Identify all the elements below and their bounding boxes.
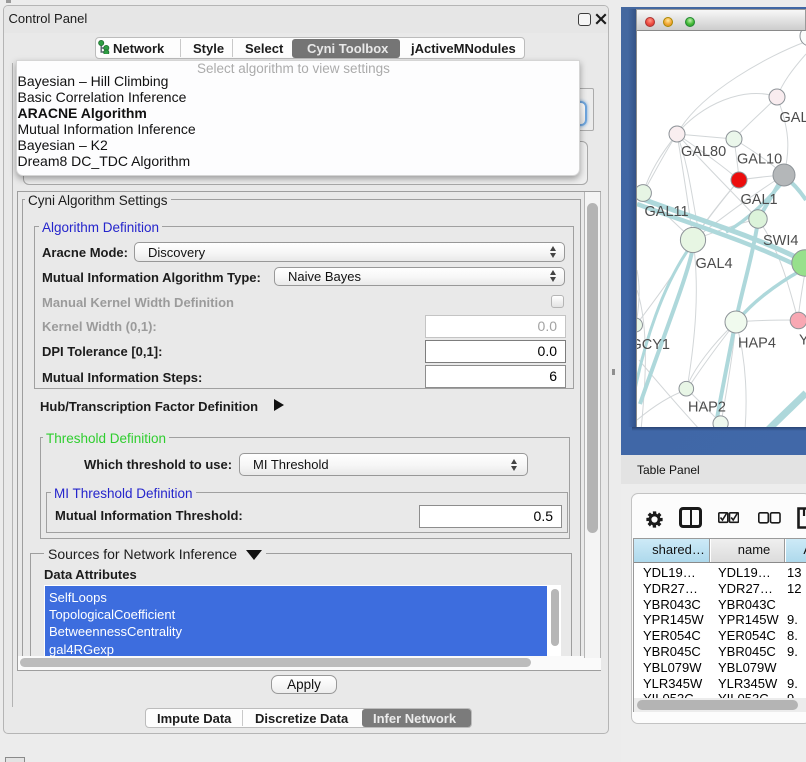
svg-text:HAP2: HAP2 bbox=[688, 400, 726, 416]
svg-text:GCY1: GCY1 bbox=[637, 337, 670, 353]
svg-text:GAL10: GAL10 bbox=[737, 152, 782, 168]
svg-text:SWI4: SWI4 bbox=[763, 233, 798, 249]
svg-text:GAL11: GAL11 bbox=[645, 204, 689, 220]
svg-text:GAL4: GAL4 bbox=[696, 256, 733, 272]
svg-text:GAL7: GAL7 bbox=[780, 110, 806, 126]
svg-text:Y: Y bbox=[799, 333, 806, 349]
svg-text:HAP4: HAP4 bbox=[738, 336, 776, 352]
svg-text:GAL80: GAL80 bbox=[681, 144, 726, 160]
svg-text:GAL1: GAL1 bbox=[741, 192, 778, 208]
